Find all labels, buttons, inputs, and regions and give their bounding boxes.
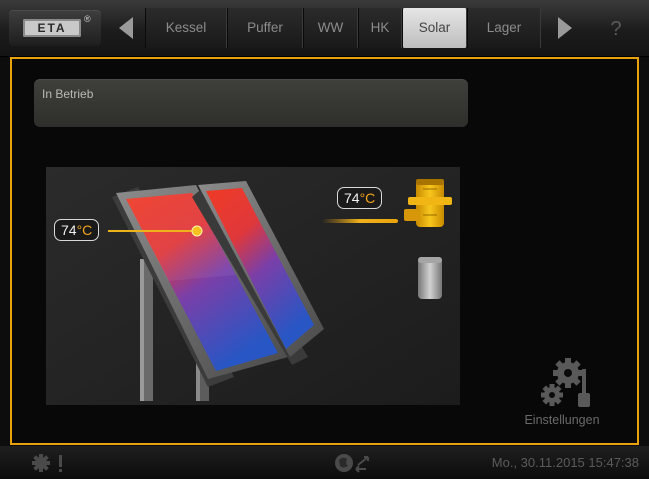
tab-ww[interactable]: WW: [303, 8, 358, 48]
tab-hk[interactable]: HK: [358, 8, 402, 48]
flow-line: [322, 219, 398, 223]
tab-kessel[interactable]: Kessel: [145, 8, 227, 48]
storage-tank-icon: [418, 257, 442, 299]
collector-temperature-unit: °C: [76, 222, 93, 238]
tab-puffer[interactable]: Puffer: [227, 8, 303, 48]
settings-label: Einstellungen: [524, 413, 600, 427]
storage-temperature-badge: 74°C: [337, 187, 383, 209]
status-text: In Betrieb: [42, 87, 94, 101]
eta-logo: ETA: [23, 19, 81, 37]
top-navigation-bar: ETA ® Kessel Puffer WW HK Solar Lager ?: [0, 0, 649, 57]
solar-collector-graphic: [46, 167, 460, 405]
collector-temperature-badge: 74°C: [54, 219, 100, 241]
chevron-left-icon[interactable]: [111, 10, 143, 46]
gears-icon: [541, 358, 590, 407]
tab-lager[interactable]: Lager: [467, 8, 541, 48]
collector-temperature-value: 74: [61, 222, 77, 238]
bottom-status-bar: Mo., 30.11.2015 15:47:38: [0, 446, 649, 479]
datetime-display: Mo., 30.11.2015 15:47:38: [491, 455, 639, 470]
status-box: In Betrieb: [34, 79, 468, 127]
settings-button[interactable]: Einstellungen: [508, 349, 616, 437]
solar-panel-view: In Betrieb 74°C 74°C Einstellungen: [10, 57, 639, 445]
warning-icon[interactable]: [30, 452, 76, 474]
storage-temperature-value: 74: [344, 190, 360, 206]
registered-mark: ®: [84, 14, 91, 24]
storage-temperature-unit: °C: [359, 190, 376, 206]
eta-logo-button[interactable]: ETA ®: [9, 10, 101, 46]
help-icon[interactable]: ?: [596, 13, 636, 45]
network-icon[interactable]: [334, 451, 374, 475]
tab-solar[interactable]: Solar: [402, 8, 467, 48]
chevron-right-icon[interactable]: [549, 10, 581, 46]
solar-scene: 74°C 74°C: [46, 167, 460, 405]
